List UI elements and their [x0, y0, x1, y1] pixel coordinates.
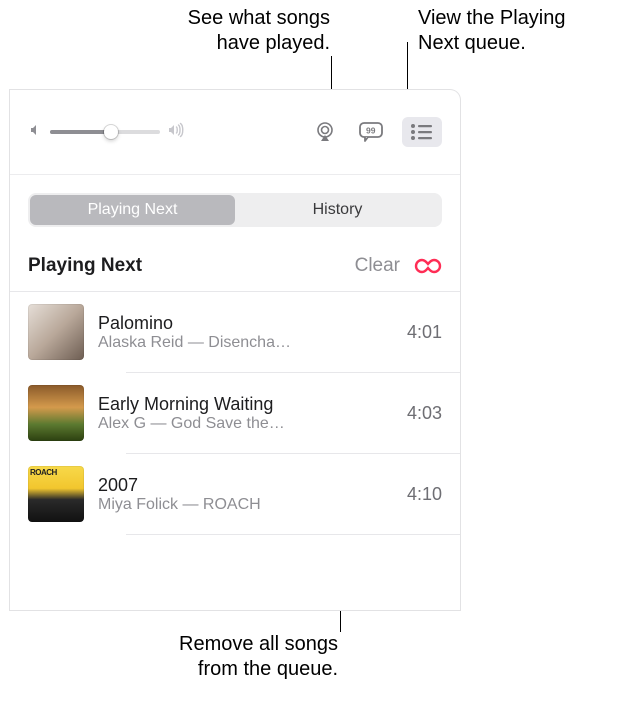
callout-queue-button: View the Playing Next queue. — [418, 6, 628, 56]
album-art — [28, 385, 84, 441]
track-list: Palomino Alaska Reid — Disencha… 4:01 Ea… — [10, 292, 460, 535]
segmented-control: Playing Next History — [28, 193, 442, 227]
volume-thumb[interactable] — [104, 125, 118, 139]
lyrics-icon[interactable]: 99 — [356, 117, 386, 147]
volume-control[interactable] — [28, 122, 186, 143]
track-title: 2007 — [98, 475, 393, 496]
track-duration: 4:03 — [407, 403, 442, 424]
track-row[interactable]: 2007 Miya Folick — ROACH 4:10 — [10, 454, 460, 534]
volume-slider[interactable] — [50, 130, 160, 134]
airplay-icon[interactable] — [310, 117, 340, 147]
track-row[interactable]: Palomino Alaska Reid — Disencha… 4:01 — [10, 292, 460, 372]
autoplay-button[interactable] — [414, 256, 442, 276]
tab-playing-next[interactable]: Playing Next — [30, 195, 235, 225]
tab-history[interactable]: History — [235, 195, 440, 225]
tab-label: Playing Next — [88, 201, 178, 219]
playing-next-panel: 99 Playing Next History Playing — [10, 90, 460, 610]
volume-low-icon — [28, 122, 44, 143]
volume-high-icon — [166, 122, 186, 143]
track-duration: 4:10 — [407, 484, 442, 505]
track-row[interactable]: Early Morning Waiting Alex G — God Save … — [10, 373, 460, 453]
svg-text:99: 99 — [366, 126, 376, 136]
toolbar-actions: 99 — [310, 117, 442, 147]
track-meta: Palomino Alaska Reid — Disencha… — [98, 313, 393, 352]
track-title: Palomino — [98, 313, 393, 334]
album-art — [28, 304, 84, 360]
callout-clear: Remove all songs from the queue. — [98, 632, 338, 682]
queue-icon[interactable] — [402, 117, 442, 147]
tab-label: History — [313, 201, 363, 219]
callout-history: See what songs have played. — [115, 6, 330, 56]
divider — [126, 534, 460, 535]
track-meta: 2007 Miya Folick — ROACH — [98, 475, 393, 514]
clear-button[interactable]: Clear — [355, 255, 400, 277]
toolbar: 99 — [10, 90, 460, 175]
track-duration: 4:01 — [407, 322, 442, 343]
callout-line — [407, 42, 408, 90]
album-art — [28, 466, 84, 522]
track-meta: Early Morning Waiting Alex G — God Save … — [98, 394, 393, 433]
track-subtitle: Alaska Reid — Disencha… — [98, 334, 393, 352]
track-subtitle: Miya Folick — ROACH — [98, 496, 393, 514]
section-actions: Clear — [355, 255, 442, 277]
track-title: Early Morning Waiting — [98, 394, 393, 415]
section-header: Playing Next Clear — [10, 227, 460, 292]
track-subtitle: Alex G — God Save the… — [98, 415, 393, 433]
section-title: Playing Next — [28, 255, 142, 277]
